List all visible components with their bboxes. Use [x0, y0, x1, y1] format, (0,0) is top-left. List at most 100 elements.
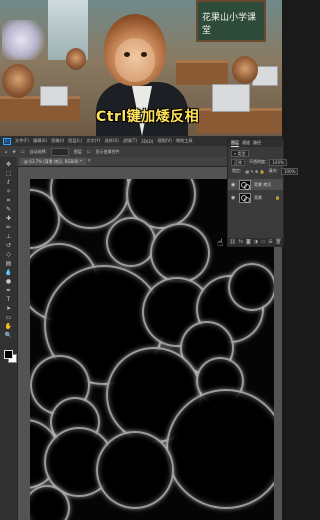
- menu-view[interactable]: 视图(V): [157, 138, 172, 144]
- blend-row: 正常 不透明度: 100%: [228, 158, 287, 166]
- visibility-eye-icon[interactable]: ◉: [231, 182, 236, 188]
- eyedropper-icon[interactable]: ✎: [4, 206, 13, 213]
- layer-filter-label: 类型: [237, 150, 246, 156]
- layer-thumbnail: [239, 179, 251, 190]
- laptop-left: [40, 86, 68, 106]
- layer-filter-dropdown[interactable]: ⌕ 类型: [231, 149, 249, 157]
- teacher-eye-left: [124, 52, 130, 57]
- student-monkey-back: [66, 48, 86, 70]
- crop-icon[interactable]: ⌗: [4, 197, 13, 204]
- teacher-monkey-face: [115, 38, 155, 82]
- classroom-board: 花果山小学课堂: [196, 0, 266, 42]
- layers-panel-tabs: 图层 通道 路径: [228, 139, 283, 147]
- hand-icon[interactable]: ✋: [4, 323, 13, 330]
- group-folder-icon[interactable]: ▭: [261, 239, 266, 245]
- auto-select-label: 自动选择:: [29, 148, 47, 154]
- link-layers-icon[interactable]: ⛓: [229, 239, 235, 245]
- eraser-icon[interactable]: ◇: [4, 251, 13, 258]
- home-icon[interactable]: ⌂: [5, 149, 8, 154]
- move-tool-icon[interactable]: ✥: [13, 149, 16, 154]
- photoshop-logo-icon: Ps: [3, 137, 11, 145]
- marquee-icon[interactable]: ⬚: [4, 170, 13, 177]
- photoshop-window: Ps 文件(F) 编辑(E) 图像(I) 图层(L) 文字(Y) 选择(S) 滤…: [0, 136, 299, 520]
- desk-right: [176, 60, 228, 85]
- blur-icon[interactable]: 💧: [4, 269, 13, 276]
- menu-file[interactable]: 文件(F): [15, 138, 29, 144]
- board-text: 花果山小学课堂: [202, 13, 257, 36]
- bubble: [166, 389, 274, 509]
- fill-label: 填充:: [268, 168, 278, 173]
- tab-paths[interactable]: 路径: [253, 140, 261, 146]
- lasso-icon[interactable]: ℓ: [4, 179, 13, 186]
- video-frame: 花果山小学课堂 Ctrl键加矮反相: [0, 0, 282, 136]
- hand-cursor-icon: ☝: [217, 238, 224, 249]
- opacity-input[interactable]: 100%: [269, 158, 287, 166]
- menu-type[interactable]: 文字(Y): [86, 138, 100, 144]
- bubble: [96, 431, 174, 509]
- gradient-icon[interactable]: ▤: [4, 260, 13, 267]
- student-monkey-left: [2, 64, 34, 98]
- bubble: [228, 263, 274, 311]
- new-layer-icon[interactable]: ⊞: [268, 239, 272, 245]
- adjustment-icon[interactable]: ◑: [254, 239, 258, 245]
- document-tab[interactable]: @ 61.7% (背景 拷贝, RGB/8) *: [20, 158, 86, 165]
- foreground-color-swatch[interactable]: [4, 350, 13, 359]
- layer-filter-row: ⌕ 类型: [228, 149, 283, 157]
- path-select-icon[interactable]: ➤: [4, 305, 13, 312]
- close-icon[interactable]: ×: [87, 158, 91, 165]
- visibility-eye-icon[interactable]: ◉: [231, 195, 236, 201]
- history-brush-icon[interactable]: ↺: [4, 242, 13, 249]
- type-icon[interactable]: T: [4, 296, 13, 303]
- stamp-icon[interactable]: ⊥: [4, 233, 13, 240]
- zoom-icon[interactable]: 🔍: [4, 332, 13, 339]
- transform-controls-label: 显示变换控件: [95, 148, 120, 154]
- brush-icon[interactable]: ✏: [4, 224, 13, 231]
- tab-channels[interactable]: 通道: [242, 140, 250, 146]
- layer-select-label: 图层: [73, 148, 82, 154]
- fill-input[interactable]: 100%: [281, 167, 299, 175]
- layer-row-background[interactable]: ◉ 背景 🔒: [228, 192, 283, 203]
- magic-wand-icon[interactable]: ✧: [4, 188, 13, 195]
- menu-edit[interactable]: 编辑(E): [33, 138, 47, 144]
- auto-select-dropdown[interactable]: [50, 147, 69, 156]
- fx-icon[interactable]: fx: [239, 239, 244, 245]
- bubble: [150, 223, 210, 283]
- teacher-eye-right: [141, 52, 147, 57]
- trash-icon[interactable]: 🗑: [275, 239, 281, 245]
- lock-icon: 🔒: [275, 195, 280, 200]
- move-icon[interactable]: ✥: [4, 161, 13, 168]
- crystal-decoration: [2, 20, 50, 60]
- layer-name: 背景 拷贝: [254, 181, 272, 187]
- laptop-right: [212, 84, 250, 112]
- lock-row: 锁定: ▦ ✎ ✥ 🔒 填充: 100%: [228, 167, 299, 175]
- document-tab-bar: @ 61.7% (背景 拷贝, RGB/8) * ×: [17, 157, 227, 167]
- search-icon: ⌕: [234, 150, 237, 156]
- menu-layer[interactable]: 图层(L): [68, 138, 82, 144]
- student-monkey-right: [232, 56, 258, 84]
- menu-filter[interactable]: 滤镜(T): [123, 138, 137, 144]
- auto-select-checkbox[interactable]: ☐: [21, 149, 25, 154]
- menu-image[interactable]: 图像(I): [51, 138, 64, 144]
- layers-panel: 图层 通道 路径 ⌕ 类型 正常 不透明度: 100% 锁定: ▦ ✎ ✥ 🔒 …: [227, 138, 299, 247]
- transform-controls-checkbox[interactable]: ☐: [87, 149, 91, 154]
- layer-row-background-copy[interactable]: ◉ 背景 拷贝: [228, 179, 283, 190]
- dodge-icon[interactable]: ●: [4, 278, 13, 285]
- tab-layers[interactable]: 图层: [231, 140, 239, 147]
- lock-label: 锁定:: [232, 168, 242, 173]
- bubble: [106, 217, 156, 267]
- menu-select[interactable]: 选择(S): [104, 138, 118, 144]
- video-caption: Ctrl键加矮反相: [96, 109, 200, 125]
- layers-panel-footer: ⛓ fx ◙ ◑ ▭ ⊞ 🗑: [228, 238, 283, 246]
- tools-panel: ✥ ⬚ ℓ ✧ ⌗ ✎ ✚ ✏ ⊥ ↺ ◇ ▤ 💧 ● ✒ T ➤ ▭ ✋ 🔍: [0, 157, 18, 520]
- blend-mode-dropdown[interactable]: 正常: [231, 158, 245, 166]
- menu-plugins[interactable]: 增效工具: [176, 138, 193, 144]
- layer-name: 背景: [254, 194, 262, 200]
- healing-icon[interactable]: ✚: [4, 215, 13, 222]
- pen-icon[interactable]: ✒: [4, 287, 13, 294]
- layer-thumbnail: [239, 192, 251, 203]
- mask-icon[interactable]: ◙: [246, 239, 251, 245]
- opacity-label: 不透明度:: [249, 159, 267, 164]
- lock-icons[interactable]: ▦ ✎ ✥ 🔒: [245, 169, 264, 174]
- menu-3d[interactable]: 3D(D): [141, 139, 153, 144]
- shape-icon[interactable]: ▭: [4, 314, 13, 321]
